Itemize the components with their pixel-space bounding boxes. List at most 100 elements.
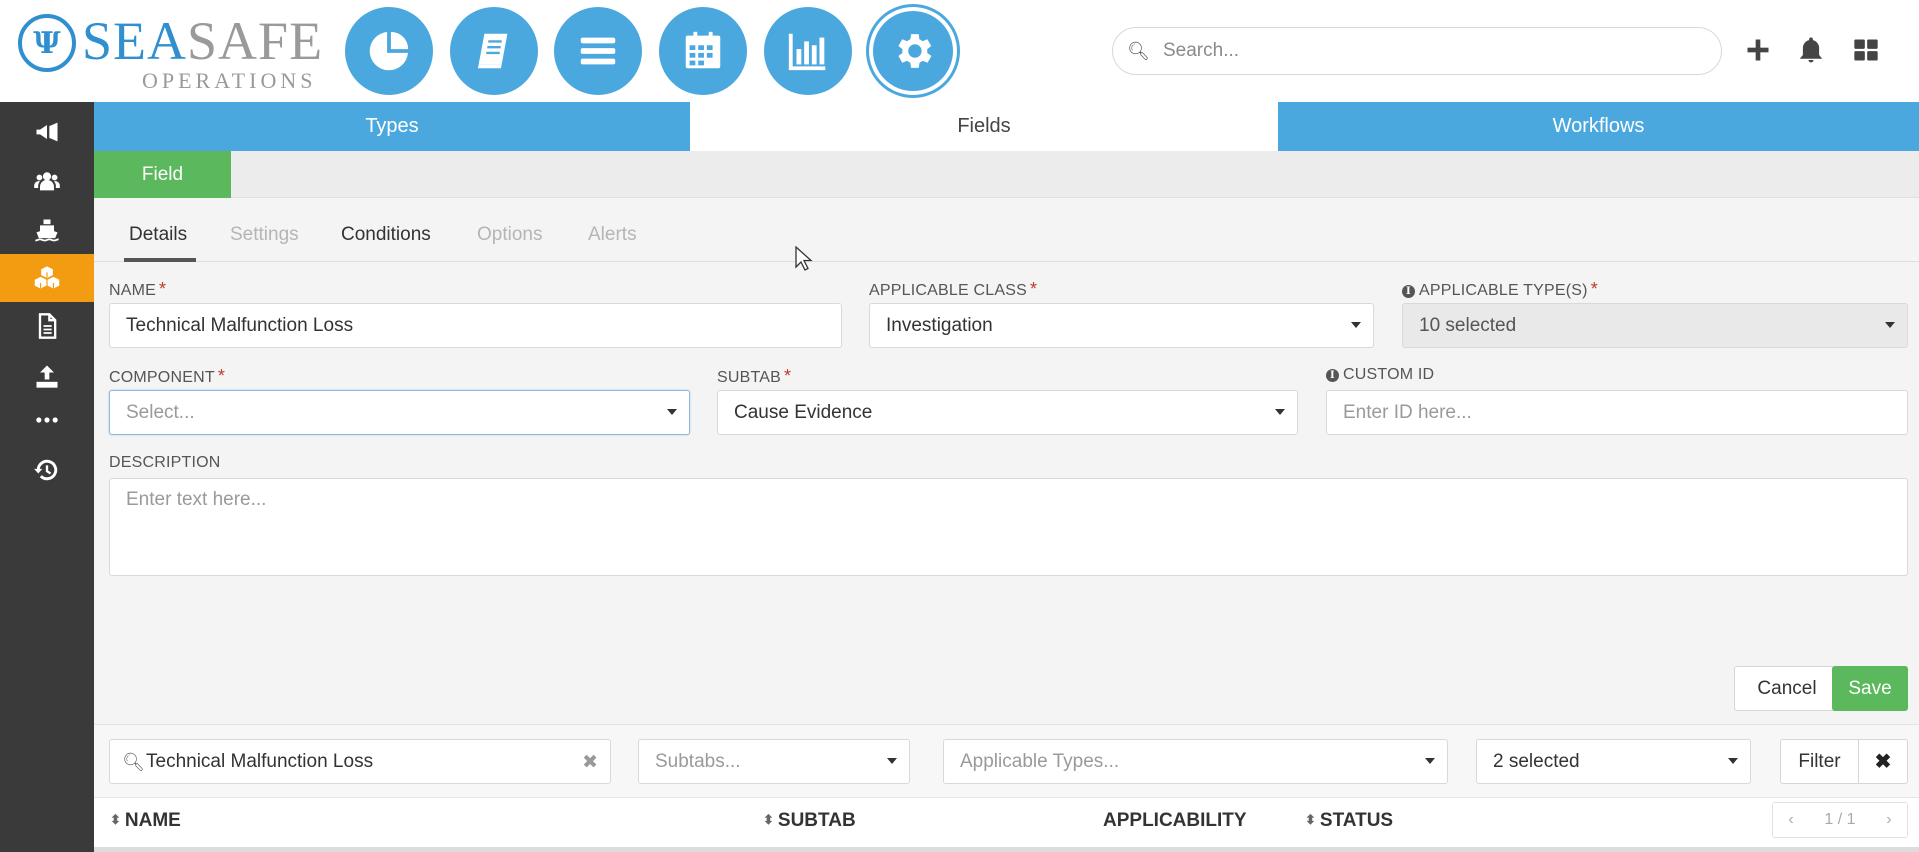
upload-icon [36,365,58,388]
megaphone-icon [36,122,58,142]
active-tab-indicator [124,258,196,262]
seasafe-logo[interactable]: Ψ SEASAFE OPERATIONS [18,10,322,93]
prev-page-button[interactable]: ‹ [1788,811,1793,829]
pie-chart-icon [369,31,409,71]
sidebar-item-users[interactable] [0,157,94,205]
clear-filter-button[interactable]: ✖ [1858,739,1908,784]
applicable-class-label: APPLICABLE CLASS * [869,279,1038,299]
tab-settings[interactable]: Settings [230,224,299,246]
description-label: DESCRIPTION [109,454,221,471]
global-search-input[interactable] [1163,40,1683,62]
subtabs-filter[interactable]: Subtabs... [638,739,910,784]
list-button[interactable] [554,7,642,95]
component-label: COMPONENT * [109,366,226,386]
add-button[interactable] [1740,32,1776,68]
field-tab[interactable]: Field [94,151,231,198]
chevron-down-icon [1885,322,1895,328]
logo-primary: SEA [82,11,188,71]
next-page-button[interactable]: › [1886,811,1891,829]
settings-button[interactable] [869,7,957,95]
sidebar-item-configuration[interactable] [0,254,94,302]
grid-icon [1854,39,1878,61]
sidebar-item-announcements[interactable] [0,108,94,156]
bar-chart-icon [788,33,826,71]
library-button[interactable] [450,7,538,95]
subtab-select[interactable]: Cause Evidence [717,390,1298,435]
cubes-icon [34,266,60,289]
tab-details[interactable]: Details [129,224,187,246]
search-icon: 🔍︎ [1127,40,1150,61]
save-button[interactable]: Save [1832,666,1908,711]
column-applicability[interactable]: APPLICABILITY [1103,810,1247,832]
column-subtab[interactable]: ⬍ SUBTAB [763,810,856,832]
sort-icon: ⬍ [1305,812,1316,827]
top-header: Ψ SEASAFE OPERATIONS 🔍︎ [0,0,1919,102]
chevron-down-icon [1275,409,1285,415]
info-icon: i [1326,369,1339,382]
ship-icon [35,219,59,242]
notifications-button[interactable] [1793,32,1829,68]
applicable-types-select[interactable]: 10 selected [1402,303,1908,348]
table-divider [94,847,1919,852]
filter-button[interactable]: Filter [1780,739,1859,784]
dashboard-button[interactable] [345,7,433,95]
logo-subtitle: OPERATIONS [142,68,317,93]
calendar-icon [685,31,721,69]
detail-tabs: Details Settings Conditions Options Aler… [94,212,1919,262]
tab-workflows[interactable]: Workflows [1278,102,1919,151]
tab-fields[interactable]: Fields [690,102,1278,151]
custom-id-field[interactable]: Enter ID here... [1326,390,1908,435]
tab-types[interactable]: Types [94,102,690,151]
status-filter[interactable]: 2 selected [1476,739,1751,784]
page-indicator: 1 / 1 [1824,811,1856,828]
name-label: NAME * [109,279,167,299]
sidebar-item-upload[interactable] [0,352,94,400]
book-icon [477,33,508,69]
main-tabs: Types Fields Workflows [94,102,1919,151]
chevron-down-icon [887,758,897,764]
column-status[interactable]: ⬍ STATUS [1305,810,1393,832]
bell-icon [1799,37,1823,63]
sidebar-item-documents[interactable] [0,302,94,350]
users-icon [34,172,60,191]
sidebar-item-vessels[interactable] [0,206,94,254]
plus-icon [1747,39,1769,61]
chevron-down-icon [667,409,677,415]
mouse-cursor-icon [795,246,813,271]
sidebar-item-history[interactable] [0,446,94,494]
faded-toolbar [124,600,1074,628]
logo-secondary: SAFE [187,11,324,71]
apps-button[interactable] [1848,32,1884,68]
field-search-input[interactable]: 🔍︎ Technical Malfunction Loss ✖ [109,739,611,784]
custom-id-label: i CUSTOM ID [1326,366,1434,384]
table-header [94,797,1919,847]
sort-icon: ⬍ [763,812,774,827]
tab-options[interactable]: Options [477,224,542,246]
sidebar-item-more[interactable] [0,396,94,444]
global-search[interactable]: 🔍︎ [1112,27,1722,75]
trident-icon: Ψ [18,14,76,72]
left-sidebar [0,102,94,852]
column-name[interactable]: ⬍ NAME [110,810,181,832]
info-icon: i [1402,285,1415,298]
more-icon [36,417,58,423]
tab-conditions[interactable]: Conditions [341,224,431,246]
list-icon [580,37,616,65]
field-subheader [94,151,1919,198]
description-field[interactable]: Enter text here... [109,478,1908,576]
sort-icon: ⬍ [110,812,121,827]
history-icon [34,459,58,481]
chevron-down-icon [1351,322,1361,328]
calendar-button[interactable] [659,7,747,95]
applicable-class-select[interactable]: Investigation [869,303,1374,348]
cancel-button[interactable]: Cancel [1734,666,1840,711]
name-field[interactable]: Technical Malfunction Loss [109,303,842,348]
chevron-down-icon [1728,758,1738,764]
reports-button[interactable] [764,7,852,95]
clear-search-icon[interactable]: ✖ [582,751,598,774]
component-select[interactable]: Select... [109,390,690,435]
tab-alerts[interactable]: Alerts [588,224,637,246]
applicable-types-filter[interactable]: Applicable Types... [943,739,1448,784]
search-icon: 🔍︎ [122,752,145,772]
subtab-label: SUBTAB * [717,366,792,386]
